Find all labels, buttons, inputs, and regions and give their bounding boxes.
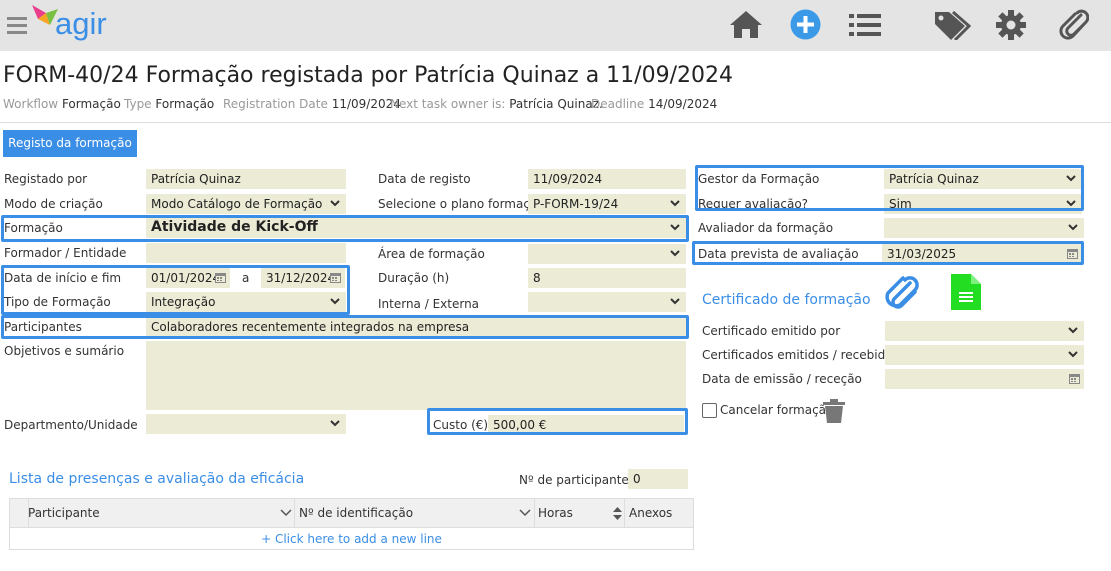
registado-por-field[interactable]: Patrícia Quinaz xyxy=(146,169,346,189)
data-emissao-field[interactable] xyxy=(885,369,1084,389)
interna-externa-label: Interna / Externa xyxy=(378,297,480,311)
chevron-down-icon xyxy=(1068,351,1078,358)
meta-type: Type Formação xyxy=(124,97,215,111)
list-icon[interactable] xyxy=(849,12,881,38)
chevron-down-icon xyxy=(519,509,531,517)
header-divider xyxy=(0,122,1111,123)
departamento-label: Departmento/Unidade xyxy=(4,418,138,432)
highlight-participantes xyxy=(1,315,689,339)
document-icon[interactable] xyxy=(951,274,981,310)
chevron-down-icon xyxy=(280,509,292,517)
highlight-datas-tipo xyxy=(1,265,350,315)
cancelar-checkbox[interactable] xyxy=(702,403,717,418)
interna-externa-select[interactable] xyxy=(528,292,686,312)
data-registo-label: Data de registo xyxy=(378,172,471,186)
certificado-title: Certificado de formação xyxy=(702,292,871,308)
avaliador-label: Avaliador da formação xyxy=(698,221,834,235)
chevron-down-icon xyxy=(670,200,680,207)
data-emissao-label: Data de emissão / receção xyxy=(702,372,862,386)
objetivos-label: Objetivos e sumário xyxy=(4,344,125,358)
attach-certificate-icon[interactable] xyxy=(884,275,920,311)
top-bar: agir xyxy=(0,0,1111,51)
highlight-custo xyxy=(427,408,688,435)
departamento-select[interactable] xyxy=(146,414,346,434)
objetivos-textarea[interactable] xyxy=(146,341,686,410)
modo-criacao-value: Modo Catálogo de Formação xyxy=(151,197,323,211)
home-icon[interactable] xyxy=(729,9,763,39)
modo-criacao-select[interactable]: Modo Catálogo de Formação xyxy=(146,194,346,214)
meta-deadline: Deadline 14/09/2024 xyxy=(591,97,718,111)
formador-field[interactable] xyxy=(146,243,346,263)
emitidos-recebidos-label: Certificados emitidos / recebidos? xyxy=(702,348,906,362)
duracao-field[interactable]: 8 xyxy=(528,268,686,288)
gear-icon[interactable] xyxy=(996,10,1026,40)
trash-icon[interactable] xyxy=(823,399,845,423)
area-formacao-label: Área de formação xyxy=(378,247,485,261)
num-participantes-label: Nº de participantes xyxy=(519,473,636,487)
grid-header-participante[interactable]: Participante xyxy=(28,506,298,524)
highlight-data-prevista xyxy=(692,241,1084,265)
avaliador-select[interactable] xyxy=(884,218,1084,238)
emitido-por-select[interactable] xyxy=(885,321,1084,341)
add-icon[interactable] xyxy=(790,9,821,40)
plano-value: P-FORM-19/24 xyxy=(533,197,619,211)
chevron-down-icon xyxy=(670,250,680,257)
grid-header-anexos: Anexos xyxy=(629,506,673,520)
emitidos-recebidos-select[interactable] xyxy=(885,345,1084,365)
presencas-grid: Participante Nº de identificação Horas A… xyxy=(9,498,694,550)
chevron-down-icon xyxy=(670,298,680,305)
data-registo-field[interactable]: 11/09/2024 xyxy=(528,169,686,189)
chevron-down-icon xyxy=(330,200,340,207)
highlight-gestor-requer xyxy=(695,165,1084,211)
formador-label: Formador / Entidade xyxy=(4,246,127,260)
column-label: Horas xyxy=(538,506,573,520)
num-participantes-field: 0 xyxy=(628,469,688,489)
tags-icon[interactable] xyxy=(933,10,971,40)
hamburger-menu-icon[interactable] xyxy=(7,16,27,34)
logo-text: agir xyxy=(55,6,107,41)
emitido-por-label: Certificado emitido por xyxy=(702,324,841,338)
duracao-label: Duração (h) xyxy=(378,271,450,285)
presencas-title: Lista de presenças e avaliação da eficác… xyxy=(9,471,305,487)
plano-select[interactable]: P-FORM-19/24 xyxy=(528,194,686,214)
plano-label: Selecione o plano formação xyxy=(378,197,545,211)
grid-header-horas[interactable]: Horas xyxy=(538,506,626,524)
chevron-down-icon xyxy=(330,420,340,427)
area-formacao-select[interactable] xyxy=(528,244,686,264)
tab-registo-formacao[interactable]: Registo da formação xyxy=(3,130,137,157)
paperclip-icon[interactable] xyxy=(1059,9,1089,41)
grid-header-identificacao[interactable]: Nº de identificação xyxy=(299,506,534,524)
column-label: Participante xyxy=(28,506,100,520)
highlight-formacao xyxy=(1,215,689,242)
chevron-down-icon xyxy=(1068,327,1078,334)
meta-workflow: Workflow Formação xyxy=(3,97,121,111)
column-label: Nº de identificação xyxy=(299,506,414,520)
sort-icon xyxy=(613,507,622,520)
page-title: FORM-40/24 Formação registada por Patríc… xyxy=(3,63,733,88)
calendar-icon[interactable] xyxy=(1069,373,1080,384)
cancelar-label: Cancelar formação xyxy=(720,403,834,417)
registado-por-label: Registado por xyxy=(4,172,88,186)
meta-registration-date: Registration Date 11/09/2024 xyxy=(223,97,401,111)
chevron-down-icon xyxy=(1068,224,1078,231)
add-new-line-link[interactable]: + Click here to add a new line xyxy=(10,532,693,546)
modo-criacao-label: Modo de criação xyxy=(4,197,103,211)
meta-next-owner: Next task owner is: Patrícia Quinaz. xyxy=(390,97,603,111)
